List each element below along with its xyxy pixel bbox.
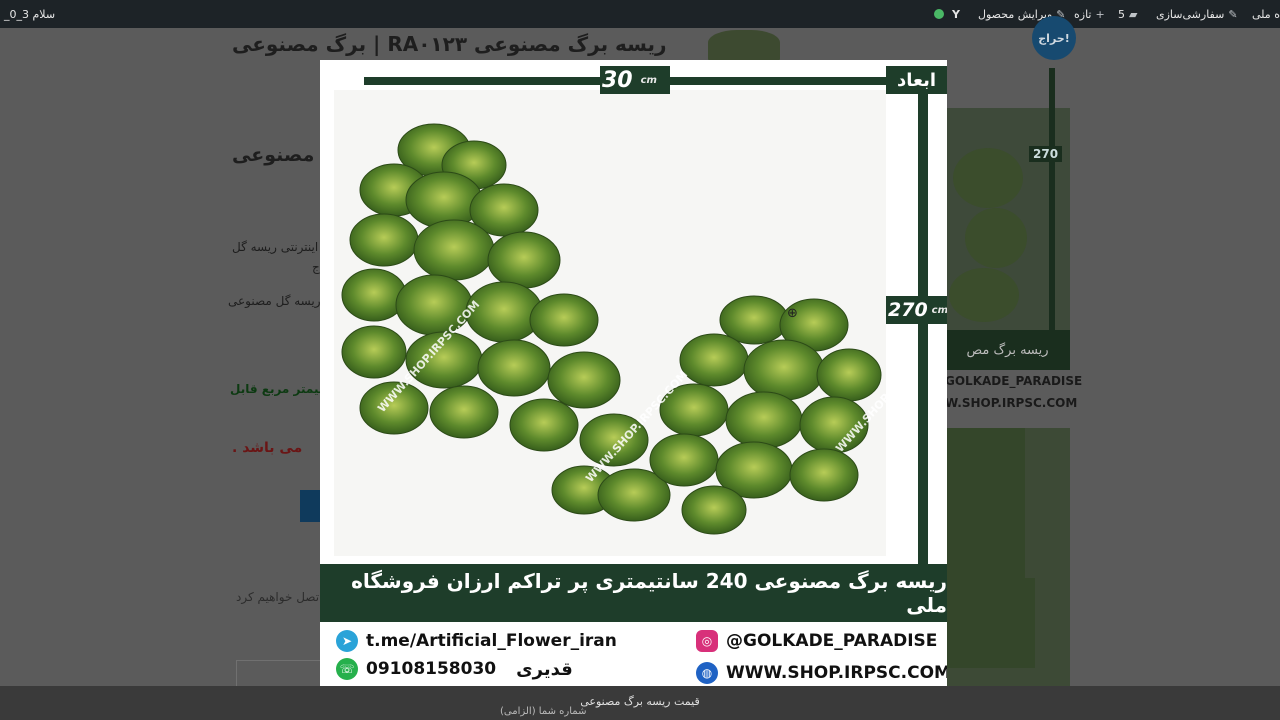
whatsapp-number: 09108158030 xyxy=(366,659,497,679)
leaf-shape xyxy=(945,578,1035,668)
site-name-text: ه ملی xyxy=(1252,7,1280,21)
product-thumbnail-2[interactable] xyxy=(945,428,1070,720)
product-banner: ریسه برگ مصنوعی 240 سانتیمتری پر تراکم ا… xyxy=(320,564,947,622)
leaf-shape xyxy=(949,268,1019,322)
width-unit: cm xyxy=(640,74,657,86)
leaf-shape xyxy=(953,148,1023,208)
contact-note: تصل خواهیم کرد xyxy=(236,590,320,604)
lightbox-image[interactable]: WWW.SHOP.IRPSC.COM WWW.SHOP.IRPSC.COM WW… xyxy=(320,60,947,686)
new-text: تازه xyxy=(1074,7,1092,21)
width-dimension-label: 30 cm xyxy=(600,66,670,94)
description-line: اینترنتی ریسه گل xyxy=(232,240,319,254)
leaf-shape xyxy=(945,498,1025,578)
whatsapp-name: قدیری xyxy=(516,658,573,680)
admin-yoast[interactable]: Y xyxy=(952,0,960,28)
dimension-line-vertical xyxy=(918,90,928,564)
height-dimension-label: 270 cm xyxy=(886,296,947,324)
description-line: ریسه گل مصنوعی xyxy=(228,294,321,308)
telegram-row: ➤ t.me/Artificial_Flower_iran xyxy=(336,630,617,652)
admin-customize[interactable]: ✎ سفارشی‌سازی xyxy=(1156,0,1238,28)
leaf-garland-illustration xyxy=(341,123,882,535)
yoast-icon: Y xyxy=(952,7,960,21)
thumb-caption: ریسه برگ مص xyxy=(945,330,1070,370)
greeting-text: سلام 3_0_ xyxy=(4,7,56,21)
instagram-handle-text: @GOLKADE_PARADISE xyxy=(726,631,938,651)
wp-admin-bar: سلام 3_0_ ه ملی ✎ سفارشی‌سازی ▰ 5 + تازه ✎ و… xyxy=(0,0,1280,28)
admin-status-dot[interactable] xyxy=(934,0,944,28)
comment-icon: ▰ xyxy=(1129,7,1138,21)
admin-new[interactable]: + تازه xyxy=(1074,0,1105,28)
customize-text: سفارشی‌سازی xyxy=(1156,7,1225,21)
dimensions-title: ابعاد xyxy=(886,66,947,94)
whatsapp-row: ☏ 09108158030 قدیری xyxy=(336,658,573,680)
plus-icon: + xyxy=(1095,7,1105,21)
zoom-cursor-icon: ⊕ xyxy=(787,306,798,321)
width-value: 30 xyxy=(602,67,633,93)
telegram-icon: ➤ xyxy=(336,630,358,652)
admin-greeting[interactable]: سلام 3_0_ xyxy=(4,0,55,28)
globe-icon: ◍ xyxy=(696,662,718,684)
description-line: ج xyxy=(312,260,320,274)
leaf-shape xyxy=(945,428,1025,498)
warning-text: می باشد . xyxy=(232,440,303,456)
brush-icon: ✎ xyxy=(1228,7,1238,21)
admin-comments[interactable]: ▰ 5 xyxy=(1118,0,1137,28)
height-value: 270 xyxy=(888,299,928,321)
thumb-dimension: 270 xyxy=(1029,146,1063,162)
website-text: WWW.SHOP.IRPSC.COM xyxy=(726,663,947,683)
status-dot-icon xyxy=(934,9,944,19)
phone-field-label: شماره شما (الزامی) xyxy=(500,706,587,717)
image-caption: قیمت ریسه برگ مصنوعی xyxy=(580,695,700,708)
instagram-handle: GOLKADE_PARADISE xyxy=(945,374,1083,388)
lightbox-caption-bar: قیمت ریسه برگ مصنوعی شماره شما (الزامی) xyxy=(0,686,1280,720)
instagram-row: ◎ @GOLKADE_PARADISE xyxy=(696,630,937,652)
product-thumbnail[interactable]: 270 ریسه برگ مص xyxy=(945,68,1070,370)
dimension-line xyxy=(1049,68,1055,368)
sale-badge: حراج! xyxy=(1032,16,1076,60)
product-photo[interactable]: WWW.SHOP.IRPSC.COM WWW.SHOP.IRPSC.COM WW… xyxy=(334,90,940,556)
telegram-link: t.me/Artificial_Flower_iran xyxy=(366,631,617,651)
website-handle: W.SHOP.IRPSC.COM xyxy=(945,396,1078,410)
page-title: ریسه برگ مصنوعی RA۰۱۲۳ | برگ مصنوعی xyxy=(232,32,667,56)
leaf-thumbnail xyxy=(708,30,780,62)
instagram-icon: ◎ xyxy=(696,630,718,652)
website-row: ◍ WWW.SHOP.IRPSC.COM xyxy=(696,662,947,684)
leaf-shape xyxy=(965,208,1027,268)
contact-footer: ➤ t.me/Artificial_Flower_iran ☏ 09108158… xyxy=(320,622,947,686)
buy-button[interactable] xyxy=(300,490,322,522)
height-unit: cm xyxy=(931,304,947,316)
whatsapp-icon: ☏ xyxy=(336,658,358,680)
comments-count: 5 xyxy=(1118,7,1125,21)
admin-site-name[interactable]: ه ملی xyxy=(1252,0,1280,28)
